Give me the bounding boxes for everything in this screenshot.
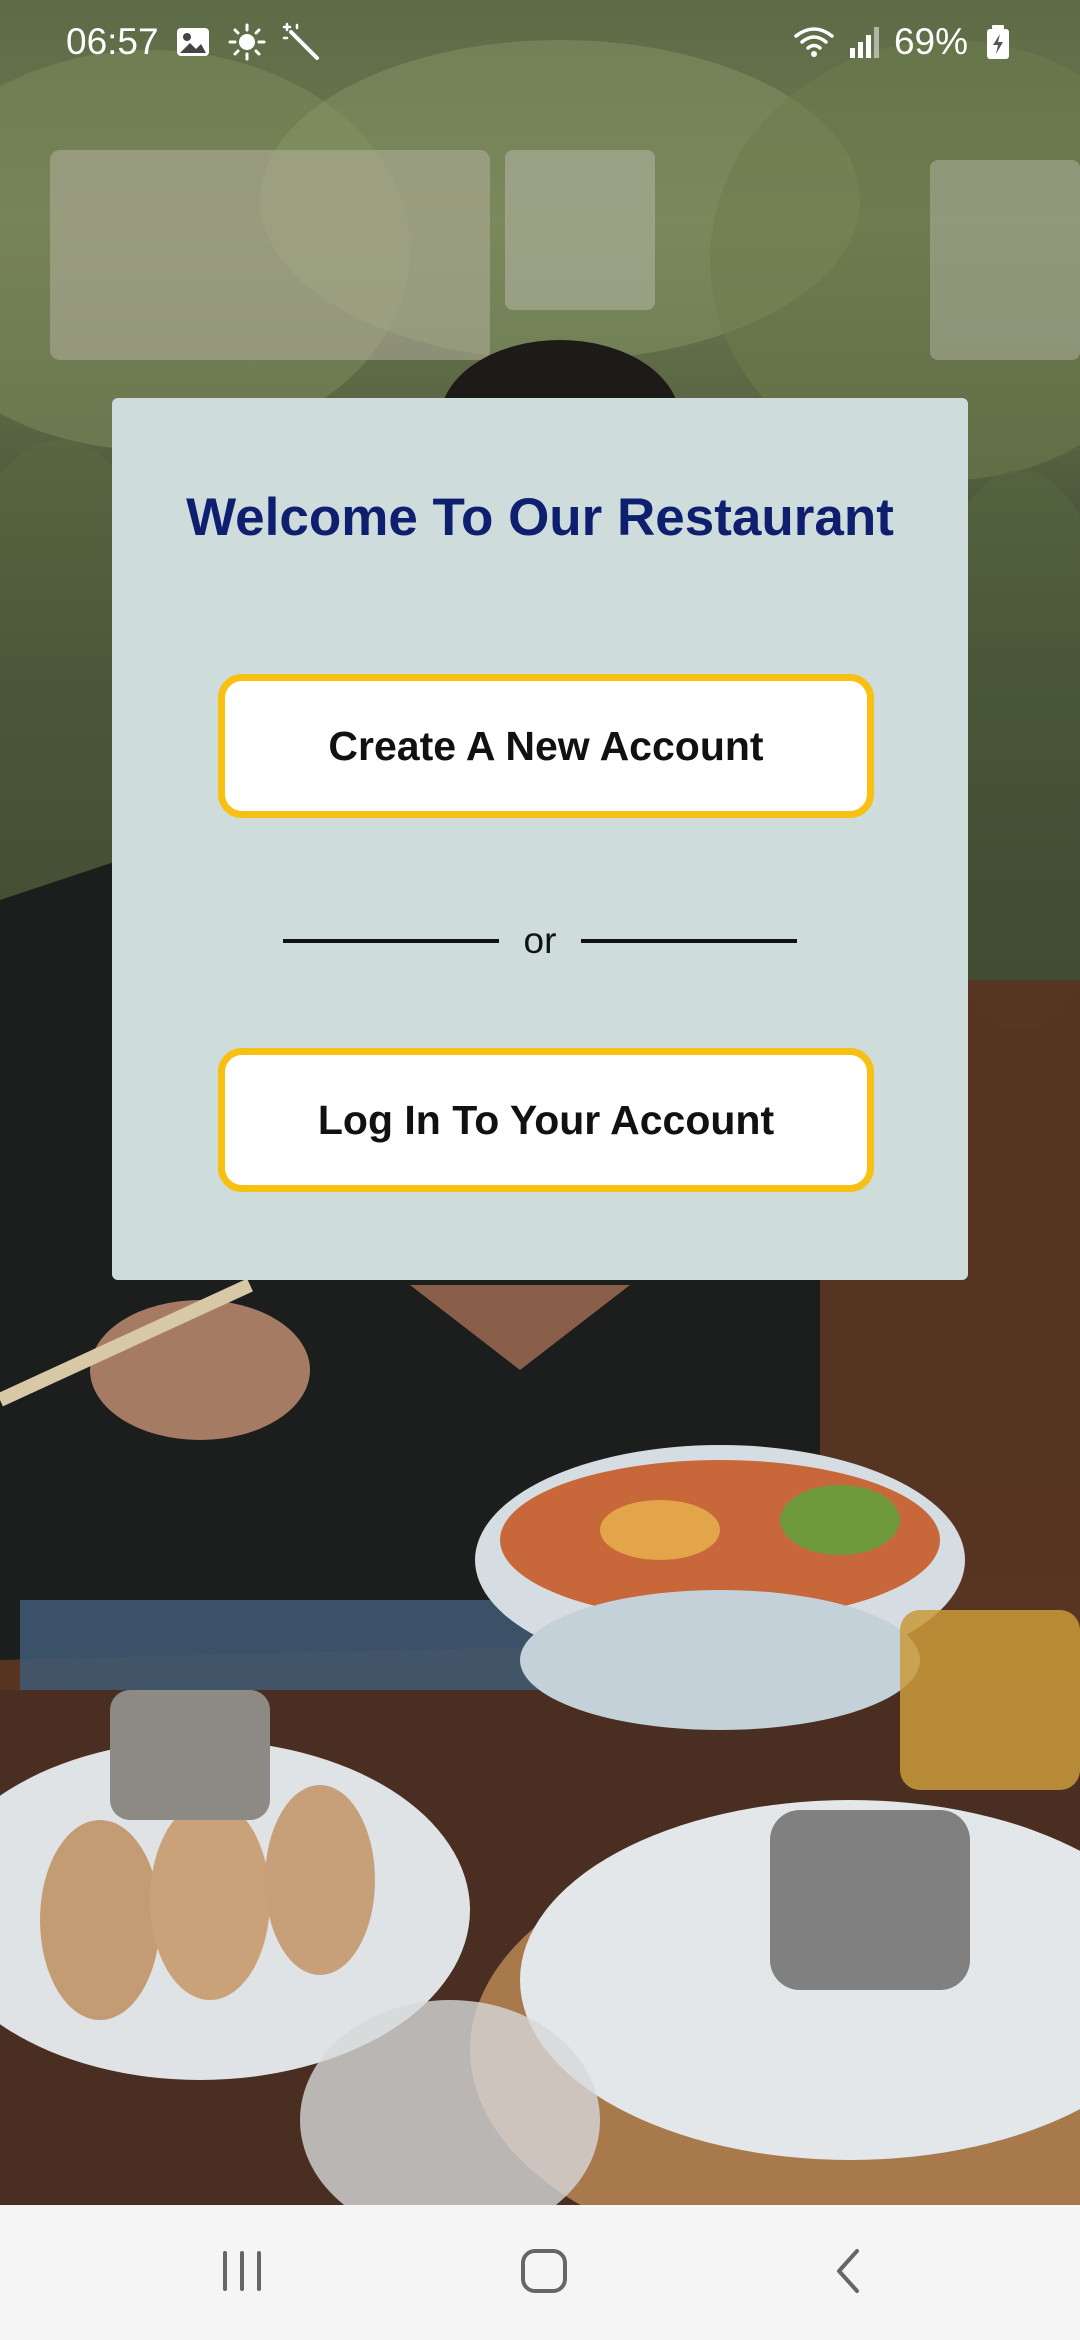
signal-icon — [844, 22, 884, 62]
status-left-group: 06:57 — [66, 18, 321, 66]
recent-apps-button[interactable] — [192, 2235, 292, 2311]
status-time: 06:57 — [66, 21, 159, 62]
recent-apps-icon — [217, 2246, 267, 2301]
welcome-title: Welcome To Our Restaurant — [186, 488, 894, 547]
brightness-icon — [227, 22, 267, 62]
welcome-card: Welcome To Our Restaurant Create A New A… — [112, 398, 968, 1280]
or-divider: or — [283, 910, 797, 970]
divider-line-right — [581, 939, 797, 943]
battery-percent: 69% — [893, 21, 968, 62]
home-button[interactable] — [494, 2235, 594, 2311]
status-right-group: 69% — [794, 18, 1018, 66]
wifi-icon — [794, 22, 834, 62]
back-icon — [823, 2246, 873, 2301]
back-button[interactable] — [798, 2235, 898, 2311]
battery-icon — [978, 22, 1018, 62]
create-account-button[interactable]: Create A New Account — [218, 674, 874, 818]
magic-wand-icon — [281, 22, 321, 62]
status-bar: 06:57 69% — [0, 0, 1080, 84]
navigation-bar — [0, 2205, 1080, 2340]
gallery-icon — [173, 22, 213, 62]
login-button[interactable]: Log In To Your Account — [218, 1048, 874, 1192]
home-icon — [519, 2246, 569, 2301]
